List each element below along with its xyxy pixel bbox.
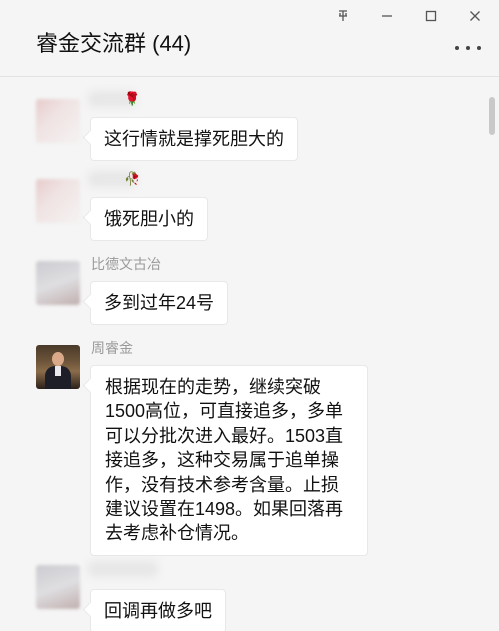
- pin-icon[interactable]: [331, 4, 355, 28]
- scrollbar-thumb[interactable]: [489, 97, 495, 135]
- message-list[interactable]: 🌹 这行情就是撑死胆大的 🥀 饿死胆小的 比德文古冶 多到过年24号 周睿金 根…: [0, 77, 499, 631]
- message-bubble[interactable]: 回调再做多吧: [90, 589, 226, 631]
- message-bubble[interactable]: 根据现在的走势，继续突破1500高位，可直接追多，多单可以分批次进入最好。150…: [90, 365, 368, 556]
- rose-icon: 🌹: [124, 91, 141, 106]
- sender-name-blurred: [88, 561, 158, 577]
- more-dot: [477, 46, 481, 50]
- sender-name: 周睿金: [91, 340, 133, 356]
- more-dot: [466, 46, 470, 50]
- chat-header: 睿金交流群 (44): [0, 0, 499, 77]
- avatar[interactable]: [36, 99, 80, 143]
- avatar-shirt: [55, 366, 61, 376]
- avatar[interactable]: [36, 179, 80, 223]
- avatar[interactable]: [36, 261, 80, 305]
- more-dot: [455, 46, 459, 50]
- message-bubble[interactable]: 饿死胆小的: [90, 197, 208, 241]
- close-icon[interactable]: [463, 4, 487, 28]
- rose-icon: 🥀: [124, 171, 141, 186]
- avatar-face: [52, 352, 64, 366]
- chat-title: 睿金交流群 (44): [36, 31, 192, 56]
- avatar[interactable]: [36, 345, 80, 389]
- message-bubble[interactable]: 这行情就是撑死胆大的: [90, 117, 298, 161]
- avatar[interactable]: [36, 565, 80, 609]
- sender-name: 比德文古冶: [91, 256, 161, 272]
- scrollbar[interactable]: [485, 77, 499, 631]
- minimize-icon[interactable]: [375, 4, 399, 28]
- maximize-icon[interactable]: [419, 4, 443, 28]
- message-bubble[interactable]: 多到过年24号: [90, 281, 229, 325]
- more-icon[interactable]: [455, 38, 481, 58]
- window-controls: [331, 4, 487, 28]
